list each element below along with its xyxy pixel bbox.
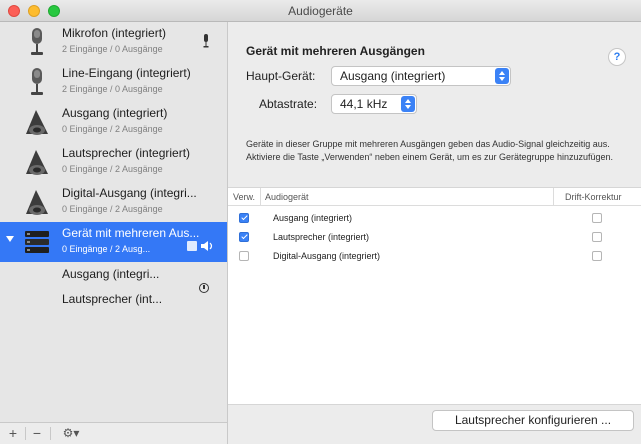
device-channels: 2 Eingänge / 0 Ausgänge xyxy=(62,84,163,94)
disclosure-triangle-icon[interactable] xyxy=(6,236,14,242)
microphone-icon xyxy=(31,28,43,55)
row-device-name: Digital-Ausgang (integriert) xyxy=(273,251,381,261)
device-channels: 0 Eingänge / 2 Ausgänge xyxy=(62,124,163,134)
column-divider xyxy=(260,188,261,206)
device-item-digital-out[interactable]: Digital-Ausgang (integri... 0 Eingänge /… xyxy=(0,182,227,222)
device-name: Gerät mit mehreren Aus... xyxy=(62,226,200,240)
group-description: Geräte in dieser Gruppe mit mehreren Aus… xyxy=(246,139,614,162)
table-row: Lautsprecher (integriert) xyxy=(228,227,641,247)
add-device-button[interactable]: + xyxy=(6,425,20,442)
device-channels: 2 Eingänge / 0 Ausgänge xyxy=(62,44,163,54)
main-device-value: Ausgang (integriert) xyxy=(340,69,446,83)
drift-correction-checkbox[interactable] xyxy=(592,232,602,242)
drift-correction-checkbox[interactable] xyxy=(592,213,602,223)
device-item-multi-output[interactable]: Gerät mit mehreren Aus... 0 Eingänge / 2… xyxy=(0,222,227,262)
device-name: Lautsprecher (integriert) xyxy=(62,146,191,160)
default-input-icon xyxy=(203,34,209,48)
popup-arrows-icon xyxy=(495,68,509,84)
microphone-icon xyxy=(31,68,43,95)
multi-output-icon xyxy=(25,231,49,253)
subdevice-speakers[interactable]: Lautsprecher (int... xyxy=(62,292,162,306)
use-checkbox[interactable] xyxy=(239,251,249,261)
column-divider xyxy=(553,188,554,206)
main-device-label: Haupt-Gerät: xyxy=(246,69,316,83)
sample-rate-value: 44,1 kHz xyxy=(340,97,388,111)
use-checkbox[interactable] xyxy=(239,232,249,242)
drift-correction-checkbox[interactable] xyxy=(592,251,602,261)
toolbar-divider xyxy=(25,427,26,440)
device-item-speakers[interactable]: Lautsprecher (integriert) 0 Eingänge / 2… xyxy=(0,142,227,182)
audio-devices-window: Audiogeräte Mikrofon (integriert) 2 Eing… xyxy=(0,0,641,444)
default-output-speaker-icon xyxy=(187,241,213,251)
configure-speakers-button[interactable]: Lautsprecher konfigurieren ... xyxy=(432,410,634,431)
table-header: Verw. Audiogerät Drift-Korrektur xyxy=(228,188,641,206)
column-drift-correction[interactable]: Drift-Korrektur xyxy=(565,192,622,202)
speaker-icon xyxy=(26,190,48,215)
device-name: Digital-Ausgang (integri... xyxy=(62,186,197,200)
subdevice-output[interactable]: Ausgang (integri... xyxy=(62,267,159,281)
toolbar-divider xyxy=(50,427,51,440)
sidebar-toolbar: + − ⚙︎▾ xyxy=(0,422,228,444)
speaker-icon xyxy=(26,110,48,135)
device-name: Mikrofon (integriert) xyxy=(62,26,167,40)
window-title: Audiogeräte xyxy=(288,4,353,18)
use-checkbox[interactable] xyxy=(239,213,249,223)
device-name: Line-Eingang (integriert) xyxy=(62,66,191,80)
detail-pane: Gerät mit mehreren Ausgängen ? Haupt-Ger… xyxy=(228,22,641,444)
gear-menu-button[interactable]: ⚙︎▾ xyxy=(57,425,85,442)
sample-rate-popup[interactable]: 44,1 kHz xyxy=(331,94,417,114)
remove-device-button[interactable]: − xyxy=(30,425,44,442)
row-device-name: Lautsprecher (integriert) xyxy=(273,232,370,242)
device-item-output[interactable]: Ausgang (integriert) 0 Eingänge / 2 Ausg… xyxy=(0,102,227,142)
column-use[interactable]: Verw. xyxy=(233,192,255,202)
table-row: Ausgang (integriert) xyxy=(228,208,641,228)
device-sidebar: Mikrofon (integriert) 2 Eingänge / 0 Aus… xyxy=(0,22,228,422)
device-table: Verw. Audiogerät Drift-Korrektur Ausgang… xyxy=(228,187,641,405)
help-button[interactable]: ? xyxy=(608,48,626,66)
device-channels: 0 Eingänge / 2 Ausg... xyxy=(62,244,151,254)
device-item-line-in[interactable]: Line-Eingang (integriert) 2 Eingänge / 0… xyxy=(0,62,227,102)
device-channels: 0 Eingänge / 2 Ausgänge xyxy=(62,164,163,174)
device-item-microphone[interactable]: Mikrofon (integriert) 2 Eingänge / 0 Aus… xyxy=(0,22,227,62)
device-heading: Gerät mit mehreren Ausgängen xyxy=(246,44,425,58)
title-bar: Audiogeräte xyxy=(0,0,641,22)
column-device[interactable]: Audiogerät xyxy=(265,192,309,202)
speaker-icon xyxy=(26,150,48,175)
row-device-name: Ausgang (integriert) xyxy=(273,213,353,223)
table-row: Digital-Ausgang (integriert) xyxy=(228,246,641,266)
device-channels: 0 Eingänge / 2 Ausgänge xyxy=(62,204,163,214)
main-device-popup[interactable]: Ausgang (integriert) xyxy=(331,66,511,86)
popup-arrows-icon xyxy=(401,96,415,112)
sample-rate-label: Abtastrate: xyxy=(259,97,318,111)
clock-master-icon xyxy=(199,283,209,293)
device-name: Ausgang (integriert) xyxy=(62,106,168,120)
